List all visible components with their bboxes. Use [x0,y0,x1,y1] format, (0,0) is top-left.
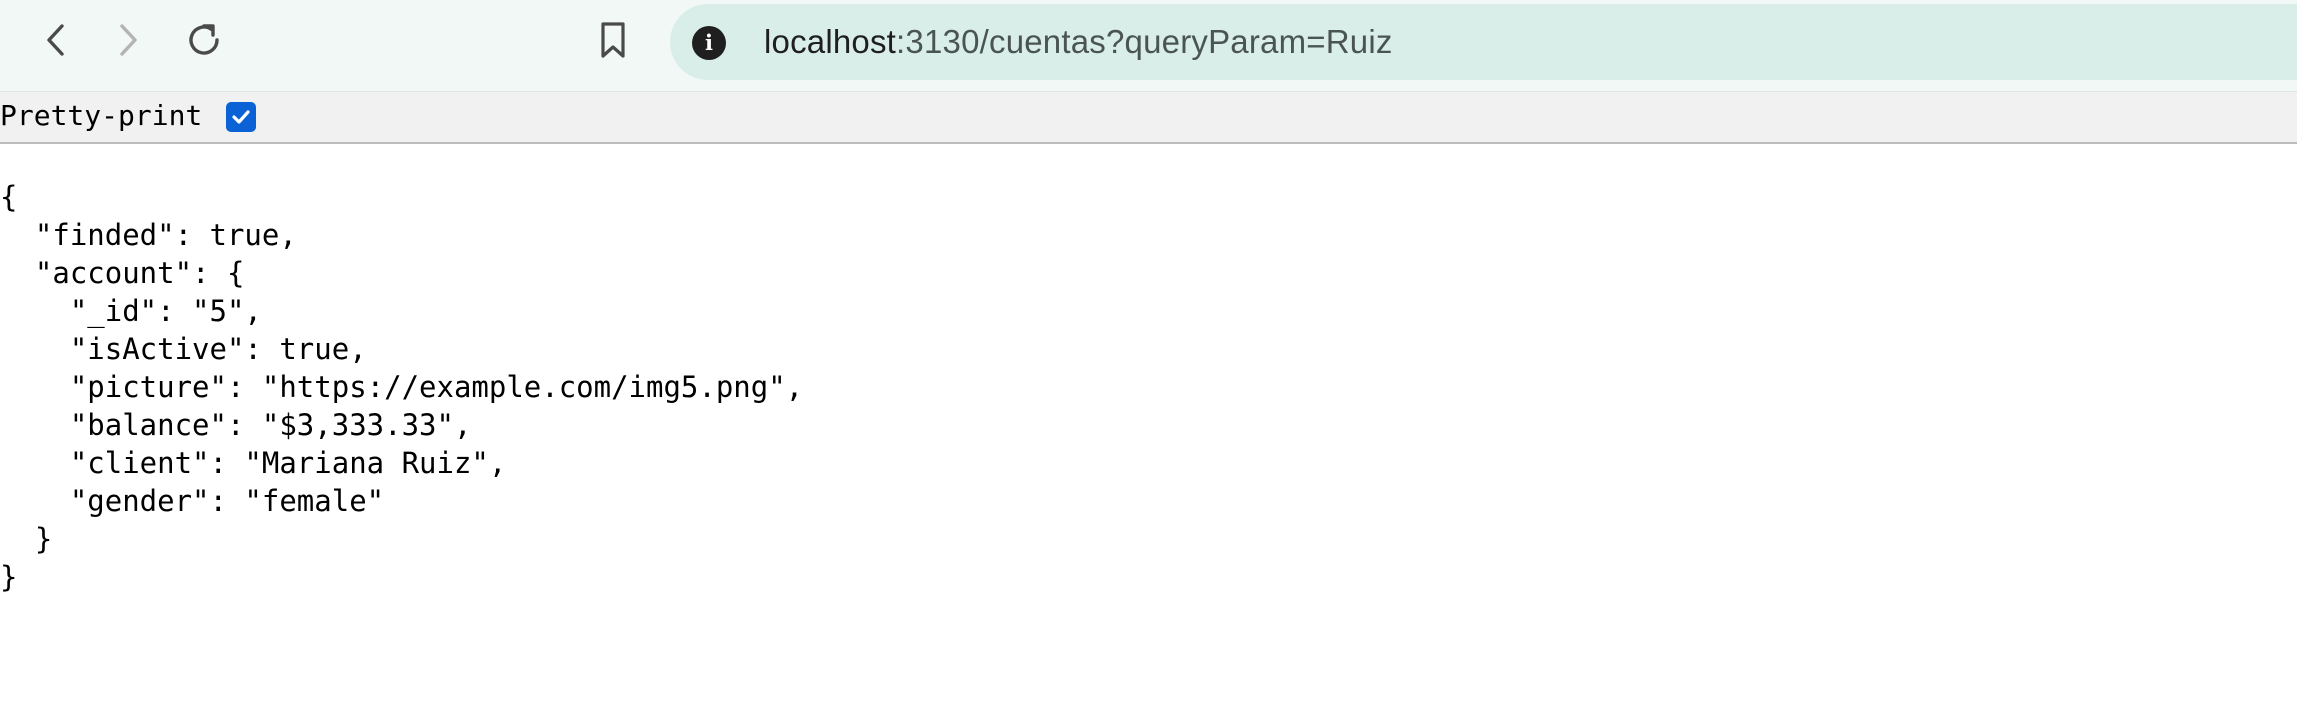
json-line: "picture": "https://example.com/img5.png… [0,370,804,404]
checkmark-icon [232,110,250,124]
json-line: "finded": true, [0,218,297,252]
json-line: "isActive": true, [0,332,367,366]
url-path: :3130/cuentas?queryParam=Ruiz [896,23,1393,60]
address-bar[interactable]: i localhost:3130/cuentas?queryParam=Ruiz [670,4,2297,80]
json-line: } [0,560,18,594]
info-icon[interactable]: i [692,26,726,60]
chevron-right-icon [120,24,137,56]
bookmark-icon [601,22,625,58]
json-line: { [0,180,18,214]
pretty-print-bar: Pretty-print [0,92,2297,144]
bookmark-button[interactable] [585,12,641,68]
url-host: localhost [764,23,897,60]
json-line: "client": "Mariana Ruiz", [0,446,507,480]
forward-button[interactable] [100,12,156,68]
reload-icon [189,24,219,55]
reload-button[interactable] [176,12,232,68]
json-viewer: { "finded": true, "account": { "_id": "5… [0,178,803,596]
json-line: "gender": "female" [0,484,385,518]
back-button[interactable] [28,12,84,68]
chevron-left-icon [47,24,64,56]
browser-toolbar: i localhost:3130/cuentas?queryParam=Ruiz [0,0,2297,92]
json-line: "_id": "5", [0,294,262,328]
pretty-print-label: Pretty-print [0,99,203,132]
json-line: "balance": "$3,333.33", [0,408,472,442]
json-line: } [0,522,53,556]
json-line: "account": { [0,256,245,290]
pretty-print-checkbox[interactable] [226,102,256,132]
url-text[interactable]: localhost:3130/cuentas?queryParam=Ruiz [764,23,1393,61]
